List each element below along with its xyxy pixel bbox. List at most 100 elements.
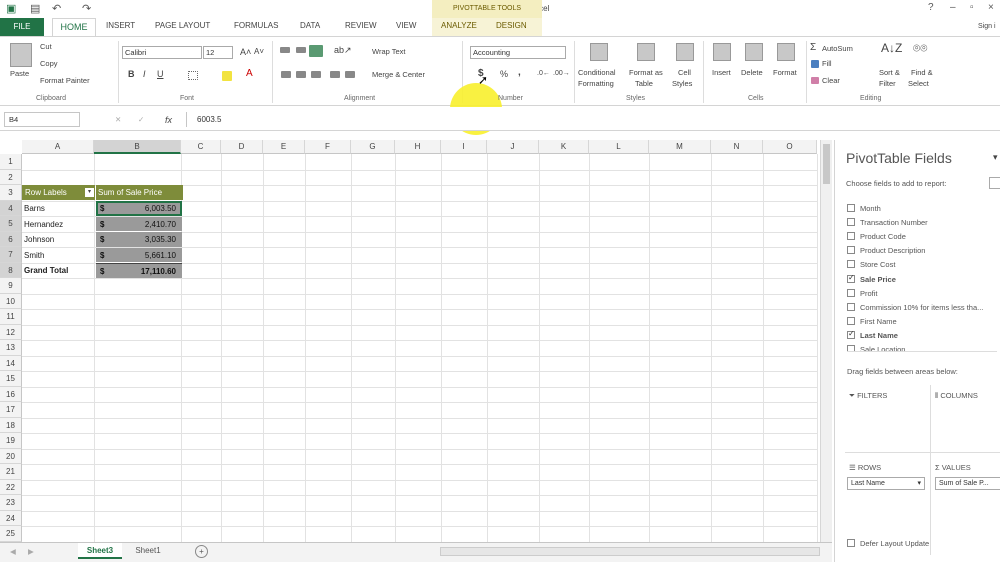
row-header-24[interactable]: 24 (0, 510, 22, 526)
field-checkbox[interactable] (847, 218, 855, 227)
column-header-c[interactable]: C (181, 140, 221, 154)
row-header-6[interactable]: 6 (0, 231, 22, 247)
cell-styles-icon[interactable] (676, 43, 694, 61)
pivot-field-7[interactable]: Commission 10% for items less tha... (847, 302, 983, 312)
column-header-o[interactable]: O (763, 140, 817, 154)
row-header-17[interactable]: 17 (0, 402, 22, 418)
conditional-formatting-label-2[interactable]: Formatting (578, 79, 614, 88)
pivot-field-3[interactable]: Product Description (847, 246, 925, 255)
tab-data[interactable]: DATA (300, 21, 320, 30)
row-header-19[interactable]: 19 (0, 433, 22, 449)
row-header-3[interactable]: 3 (0, 185, 22, 201)
pivot-field-2[interactable]: Product Code (847, 232, 906, 241)
find-select-label-2[interactable]: Select (908, 79, 929, 88)
row-header-18[interactable]: 18 (0, 417, 22, 433)
column-header-k[interactable]: K (539, 140, 589, 154)
pane-options-icon[interactable]: ▾ (993, 152, 998, 163)
format-painter-button[interactable]: Format Painter (40, 76, 90, 85)
align-right-icon[interactable] (311, 71, 321, 78)
pivot-value-cell[interactable]: $3,035.30 (96, 232, 182, 247)
font-color-icon[interactable]: A (246, 68, 253, 79)
tab-home[interactable]: HOME (52, 18, 96, 36)
insert-function-icon[interactable]: fx (165, 115, 172, 125)
enter-icon[interactable]: ✓ (138, 115, 144, 124)
tab-formulas[interactable]: FORMULAS (234, 21, 278, 30)
pivot-field-9[interactable]: Last Name (847, 329, 898, 340)
pivot-field-8[interactable]: First Name (847, 316, 897, 326)
grand-total-label[interactable]: Grand Total (24, 263, 94, 279)
sign-in-link[interactable]: Sign i (978, 23, 996, 30)
row-header-14[interactable]: 14 (0, 355, 22, 371)
tab-design[interactable]: DESIGN (496, 21, 527, 30)
sort-filter-label[interactable]: Sort & (879, 68, 900, 77)
row-header-7[interactable]: 7 (0, 247, 22, 263)
decrease-indent-icon[interactable] (330, 71, 340, 78)
format-cells-button[interactable]: Format (773, 68, 797, 77)
shrink-font-icon[interactable]: A˅ (254, 47, 264, 56)
column-header-j[interactable]: J (487, 140, 539, 154)
autosum-icon[interactable]: Σ (810, 42, 816, 53)
row-header-11[interactable]: 11 (0, 309, 22, 325)
percent-style-button[interactable]: % (500, 69, 508, 79)
prev-sheet-icon[interactable]: ◀ (10, 547, 16, 556)
field-checkbox[interactable] (847, 329, 855, 339)
font-size-dropdown[interactable]: 12 (203, 46, 233, 59)
formula-input[interactable]: 6003.5 (186, 112, 818, 127)
pivot-sum-header[interactable]: Sum of Sale Price (96, 185, 183, 200)
binoculars-icon[interactable]: ⌾⌾ (913, 41, 927, 56)
row-header-22[interactable]: 22 (0, 479, 22, 495)
tools-icon[interactable] (989, 177, 1000, 189)
rows-field-chip[interactable]: Last Name ▾ (847, 477, 925, 490)
column-header-n[interactable]: N (711, 140, 763, 154)
row-header-12[interactable]: 12 (0, 324, 22, 340)
autosum-button[interactable]: AutoSum (822, 44, 853, 53)
copy-button[interactable]: Copy (40, 59, 58, 68)
row-header-2[interactable]: 2 (0, 169, 22, 185)
field-checkbox[interactable] (847, 232, 855, 241)
row-header-13[interactable]: 13 (0, 340, 22, 356)
row-header-21[interactable]: 21 (0, 464, 22, 480)
close-icon[interactable]: × (988, 2, 994, 13)
column-header-a[interactable]: A (22, 140, 94, 154)
vertical-scrollbar[interactable] (820, 140, 832, 542)
column-header-h[interactable]: H (395, 140, 441, 154)
conditional-formatting-icon[interactable] (590, 43, 608, 61)
pivot-field-4[interactable]: Store Cost (847, 260, 895, 269)
orientation-icon[interactable]: ab↗ (334, 45, 352, 56)
column-header-g[interactable]: G (351, 140, 395, 154)
italic-icon[interactable]: I (143, 69, 146, 79)
scroll-thumb[interactable] (823, 144, 830, 184)
clear-button[interactable]: Clear (822, 76, 840, 85)
pivot-value-cell[interactable]: $5,661.10 (96, 247, 182, 262)
field-checkbox[interactable] (847, 316, 855, 325)
grow-font-icon[interactable]: A˄ (240, 47, 251, 57)
filter-dropdown-icon[interactable]: ▾ (85, 188, 94, 197)
column-header-l[interactable]: L (589, 140, 649, 154)
tab-file[interactable]: FILE (0, 18, 44, 36)
row-header-25[interactable]: 25 (0, 526, 22, 542)
borders-icon[interactable] (188, 71, 198, 80)
clear-icon[interactable] (811, 77, 819, 84)
row-header-23[interactable]: 23 (0, 495, 22, 511)
row-header-5[interactable]: 5 (0, 216, 22, 232)
cancel-icon[interactable]: ✕ (115, 115, 121, 124)
cell-styles-label-2[interactable]: Styles (672, 79, 692, 88)
cell-styles-label[interactable]: Cell (678, 68, 691, 77)
insert-cells-button[interactable]: Insert (712, 68, 731, 77)
sort-filter-icon[interactable]: A↓Z (881, 41, 902, 55)
column-header-m[interactable]: M (649, 140, 711, 154)
next-sheet-icon[interactable]: ▶ (28, 547, 34, 556)
field-checkbox[interactable] (847, 260, 855, 269)
field-checkbox[interactable] (847, 273, 855, 283)
column-header-e[interactable]: E (263, 140, 305, 154)
row-header-9[interactable]: 9 (0, 278, 22, 294)
tab-page-layout[interactable]: PAGE LAYOUT (155, 21, 210, 30)
decrease-decimal-icon[interactable]: .00→ (553, 70, 570, 77)
middle-align-icon[interactable] (296, 47, 306, 53)
align-center-icon[interactable] (296, 71, 306, 78)
bottom-align-icon[interactable] (309, 45, 323, 57)
pivot-field-5[interactable]: Sale Price (847, 273, 896, 284)
wrap-text-button[interactable]: Wrap Text (372, 47, 406, 56)
row-header-10[interactable]: 10 (0, 293, 22, 309)
column-header-d[interactable]: D (221, 140, 263, 154)
